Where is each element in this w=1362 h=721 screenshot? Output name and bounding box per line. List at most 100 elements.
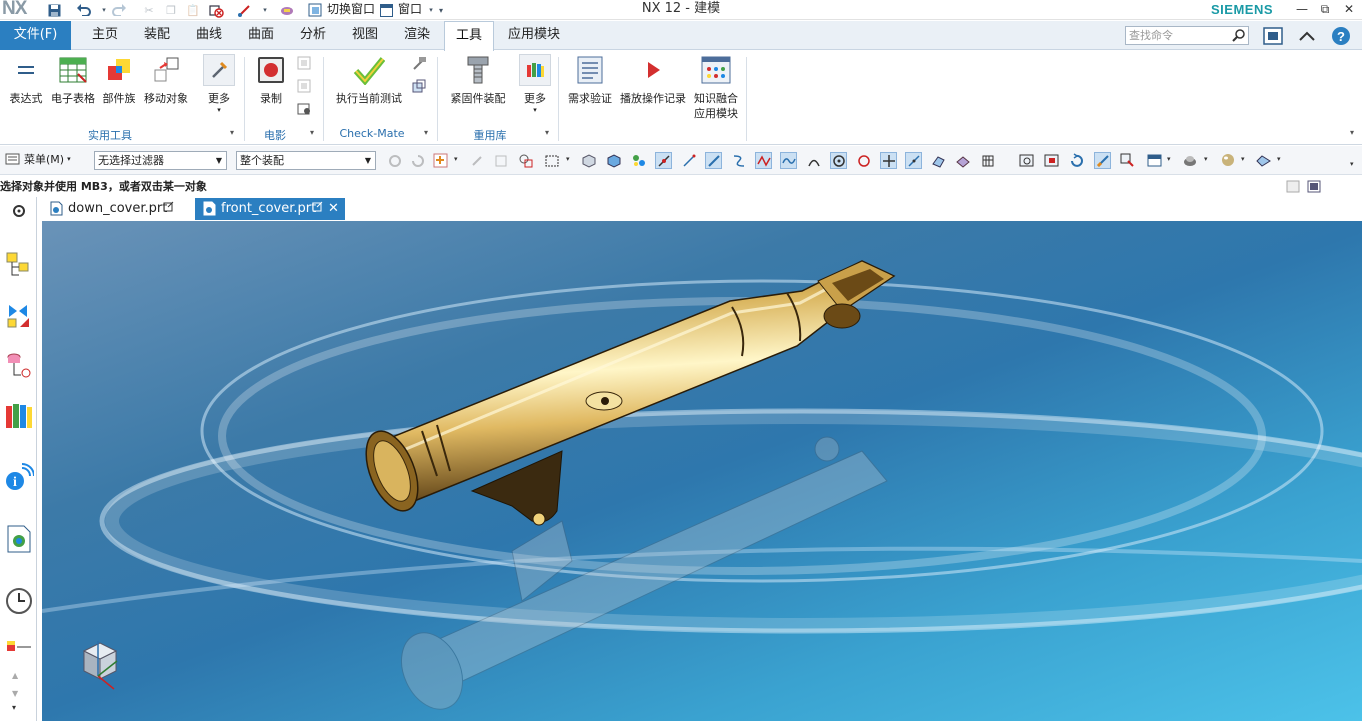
restore-icon[interactable]: ⧉ [1315,0,1335,18]
shaded-view-dropdown-icon[interactable]: ▾ [1204,155,1208,163]
tab-render[interactable]: 渲染 [392,21,442,50]
rectangle-select-dropdown-icon[interactable]: ▾ [566,155,570,163]
more-reuse-button[interactable]: 更多 ▾ [516,54,554,114]
fullscreen-icon[interactable] [1262,25,1284,47]
part-family-button[interactable]: 部件族 [100,54,138,106]
clock-icon[interactable] [3,585,34,616]
window-icon[interactable] [378,2,394,18]
check-mate-hammer-icon[interactable] [411,56,427,72]
fit-view-icon[interactable] [1018,152,1035,169]
snap-curve-icon[interactable] [730,152,747,169]
group-utilities-options-icon[interactable]: ▾ [230,128,234,137]
tab-tools[interactable]: 工具 [444,21,494,51]
copy-icon[interactable]: ❐ [163,2,179,18]
minimize-icon[interactable]: — [1292,0,1312,18]
filter-settings-icon[interactable] [386,152,403,169]
cut-icon[interactable]: ✂ [141,2,157,18]
reset-filter-icon[interactable] [409,152,426,169]
window-menu-button[interactable]: 窗口 [398,0,422,18]
rectangle-select-icon[interactable] [543,152,560,169]
snap-line-icon[interactable] [705,152,722,169]
redo-icon[interactable] [111,2,127,18]
search-icon[interactable] [1232,28,1246,47]
undo-dropdown-icon[interactable]: ▾ [96,2,112,18]
assembly-navigator-icon[interactable] [3,249,34,280]
tab-home[interactable]: 主页 [80,21,130,50]
snap-quadrant-icon[interactable] [855,152,872,169]
select-body-icon[interactable] [517,152,534,169]
orient-view-icon[interactable] [1119,152,1136,169]
selection-dropdown-icon[interactable]: ▾ [257,2,273,18]
touch-mode-icon[interactable] [279,2,295,18]
part-navigator-icon[interactable] [3,349,34,380]
scroll-up-icon[interactable]: ▲ [12,671,18,680]
close-window-icon[interactable]: ✕ [1339,0,1359,18]
move-object-button[interactable]: 移动对象 [142,54,190,106]
graphics-window[interactable] [42,221,1362,721]
doc-tab-down-cover[interactable]: down_cover.prt [42,198,190,220]
snap-control-point-icon[interactable] [755,152,772,169]
tab-curve[interactable]: 曲线 [184,21,234,50]
record-button[interactable]: 录制 [253,54,289,106]
reuse-library-nav-icon[interactable] [3,401,34,432]
snap-mid-point-icon[interactable] [680,152,697,169]
ribbon-options-icon[interactable]: ▾ [1350,128,1354,137]
snap-intersection-icon[interactable] [780,152,797,169]
paste-icon[interactable]: 📋 [185,2,201,18]
snap-tangent-icon[interactable] [805,152,822,169]
snap-point-on-face-icon[interactable] [929,152,946,169]
type-filter-select[interactable]: 无选择过滤器 ▼ [94,151,227,170]
undo-icon[interactable] [76,2,92,18]
collapse-ribbon-icon[interactable] [1296,25,1318,47]
constraint-navigator-icon[interactable] [3,299,34,330]
check-mate-cube-icon[interactable] [411,79,427,95]
visibility-dropdown-icon[interactable]: ▾ [1277,155,1281,163]
play-journal-button[interactable]: 播放操作记录 [619,54,687,106]
status-full-icon[interactable] [1286,180,1300,199]
tab-surface[interactable]: 曲面 [236,21,286,50]
snap-point-icon[interactable] [432,152,449,169]
movie-settings-icon[interactable] [297,101,313,117]
snap-bounded-grid-icon[interactable] [954,152,971,169]
expression-button[interactable]: 表达式 [7,54,45,106]
customize-quick-access-icon[interactable]: ▾ [433,2,449,18]
group-movie-options-icon[interactable]: ▾ [310,128,314,137]
visibility-icon[interactable] [1255,152,1272,169]
tab-file[interactable]: 文件(F) [0,21,71,50]
tab-application[interactable]: 应用模块 [500,21,568,50]
movie-pause-icon[interactable] [297,56,313,72]
fastener-assembly-button[interactable]: 紧固件装配 [446,54,510,106]
component-icon[interactable] [630,152,647,169]
help-icon[interactable]: ? [1330,25,1352,47]
movie-stop-icon[interactable] [297,79,313,95]
gear-icon[interactable] [3,197,34,225]
sheet-body-icon[interactable] [605,152,622,169]
requirements-validation-button[interactable]: 需求验证 [566,54,614,106]
resource-bar-options-icon[interactable]: ▾ [12,703,16,712]
snap-grid-icon[interactable] [979,152,996,169]
status-window-icon[interactable] [1307,180,1321,199]
selection-scope-select[interactable]: 整个装配 ▼ [236,151,376,170]
select-feature-icon[interactable] [468,152,485,169]
tab-view[interactable]: 视图 [340,21,390,50]
scroll-down-icon[interactable]: ▼ [12,689,18,698]
rotate-icon[interactable] [1068,152,1085,169]
select-face-icon[interactable] [492,152,509,169]
doc-tab-front-cover[interactable]: front_cover.prt ✕ [195,198,345,220]
close-tab-icon[interactable]: ✕ [328,198,339,219]
switch-window-button[interactable]: 切换窗口 [327,0,375,18]
more-utilities-button[interactable]: 更多 ▾ [200,54,238,114]
snap-arc-center-icon[interactable] [830,152,847,169]
snap-existing-point-icon[interactable] [880,152,897,169]
command-search-input[interactable]: 查找命令 [1125,26,1249,45]
spreadsheet-button[interactable]: 电子表格 [50,54,96,106]
selection-icon[interactable] [236,2,252,18]
rendering-style-icon[interactable] [1146,152,1163,169]
main-menu-button[interactable]: 菜单(M) ▾ [5,151,71,167]
snap-point-on-curve-icon[interactable] [905,152,922,169]
switch-window-icon[interactable] [307,2,323,18]
palette-icon[interactable] [3,629,34,660]
group-check-mate-options-icon[interactable]: ▾ [424,128,428,137]
background-dropdown-icon[interactable]: ▾ [1241,155,1245,163]
shaded-view-icon[interactable] [1182,152,1199,169]
